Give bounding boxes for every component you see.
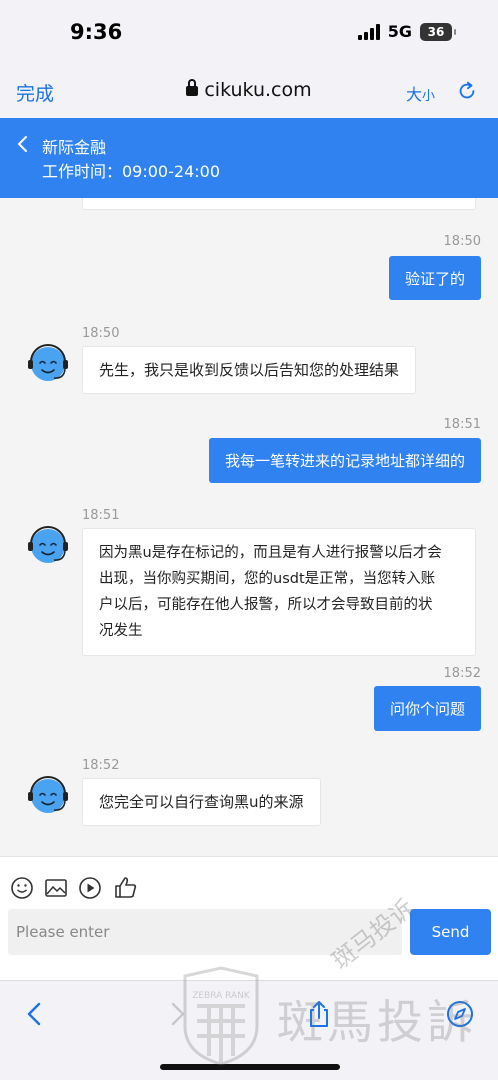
url-text: cikuku.com bbox=[204, 79, 312, 101]
message-time: 18:50 bbox=[82, 326, 120, 341]
video-icon[interactable] bbox=[77, 875, 103, 901]
chat-title: 新际金融 bbox=[42, 138, 107, 157]
signal-icon bbox=[357, 23, 380, 40]
agent-avatar-icon bbox=[28, 344, 68, 381]
message-time: 18:52 bbox=[443, 666, 481, 681]
message-input[interactable]: Please enter bbox=[8, 909, 402, 955]
status-indicators: 5G 36 bbox=[357, 22, 456, 41]
send-button[interactable]: Send bbox=[410, 909, 491, 955]
share-icon[interactable] bbox=[304, 999, 334, 1029]
message-time: 18:50 bbox=[443, 234, 481, 249]
text-size-button[interactable]: 大小 bbox=[406, 81, 435, 105]
home-indicator bbox=[160, 1064, 340, 1070]
message-time: 18:51 bbox=[82, 508, 120, 523]
agent-avatar-icon bbox=[28, 776, 68, 813]
back-chevron-icon[interactable] bbox=[16, 134, 28, 158]
message-bubble-user: 我每一笔转进来的记录地址都详细的 bbox=[208, 438, 481, 483]
text-size-small: 小 bbox=[422, 89, 436, 104]
message-line: 因为黑u是存在标记的，而且是有人进行报警以后才会 bbox=[99, 545, 442, 561]
message-bubble-user: 验证了的 bbox=[388, 256, 481, 300]
working-hours: 工作时间：09:00-24:00 bbox=[42, 162, 220, 181]
reload-icon[interactable] bbox=[456, 80, 478, 102]
network-type: 5G bbox=[387, 22, 412, 41]
message-bubble-agent: 因为黑u是存在标记的，而且是有人进行报警以后才会 出现，当你购买期间，您的usd… bbox=[82, 528, 476, 656]
agent-avatar-icon bbox=[28, 526, 68, 563]
message-input-placeholder: Please enter bbox=[16, 923, 110, 941]
message-bubble-agent: 您完全可以自行查询黑u的来源 bbox=[82, 778, 321, 826]
image-icon[interactable] bbox=[43, 875, 69, 901]
message-bubble-partial bbox=[82, 198, 476, 210]
lock-icon bbox=[186, 79, 199, 96]
chat-input-area: Please enter Send bbox=[0, 856, 498, 980]
message-line: 出现，当你购买期间，您的usdt是正常，当您转入账 bbox=[99, 571, 436, 587]
status-bar: 9:36 5G 36 bbox=[0, 0, 498, 66]
message-line: 况发生 bbox=[99, 623, 143, 639]
text-size-big: 大 bbox=[406, 85, 423, 104]
chat-header: 新际金融 工作时间：09:00-24:00 bbox=[0, 118, 498, 198]
status-time: 9:36 bbox=[70, 20, 123, 44]
thumbs-up-icon[interactable] bbox=[113, 875, 139, 901]
emoji-icon[interactable] bbox=[9, 875, 35, 901]
message-time: 18:52 bbox=[82, 758, 120, 773]
battery-level: 36 bbox=[427, 24, 445, 39]
back-icon[interactable] bbox=[20, 999, 50, 1029]
message-time: 18:51 bbox=[443, 417, 481, 432]
message-line: 户以后，可能存在他人报警，所以才会导致目前的状 bbox=[99, 597, 433, 613]
message-bubble-agent: 先生，我只是收到反馈以后告知您的处理结果 bbox=[82, 346, 417, 394]
battery-icon: 36 bbox=[420, 22, 456, 41]
message-bubble-user: 问你个问题 bbox=[373, 686, 481, 731]
browser-nav-bar: 完成 cikuku.com 大小 bbox=[0, 66, 498, 118]
message-list[interactable]: 18:50 验证了的 18:50 先生，我只是收到反馈以后告知您的处理结果 18… bbox=[0, 198, 498, 856]
forward-icon[interactable] bbox=[162, 999, 192, 1029]
compass-icon[interactable] bbox=[445, 999, 475, 1029]
